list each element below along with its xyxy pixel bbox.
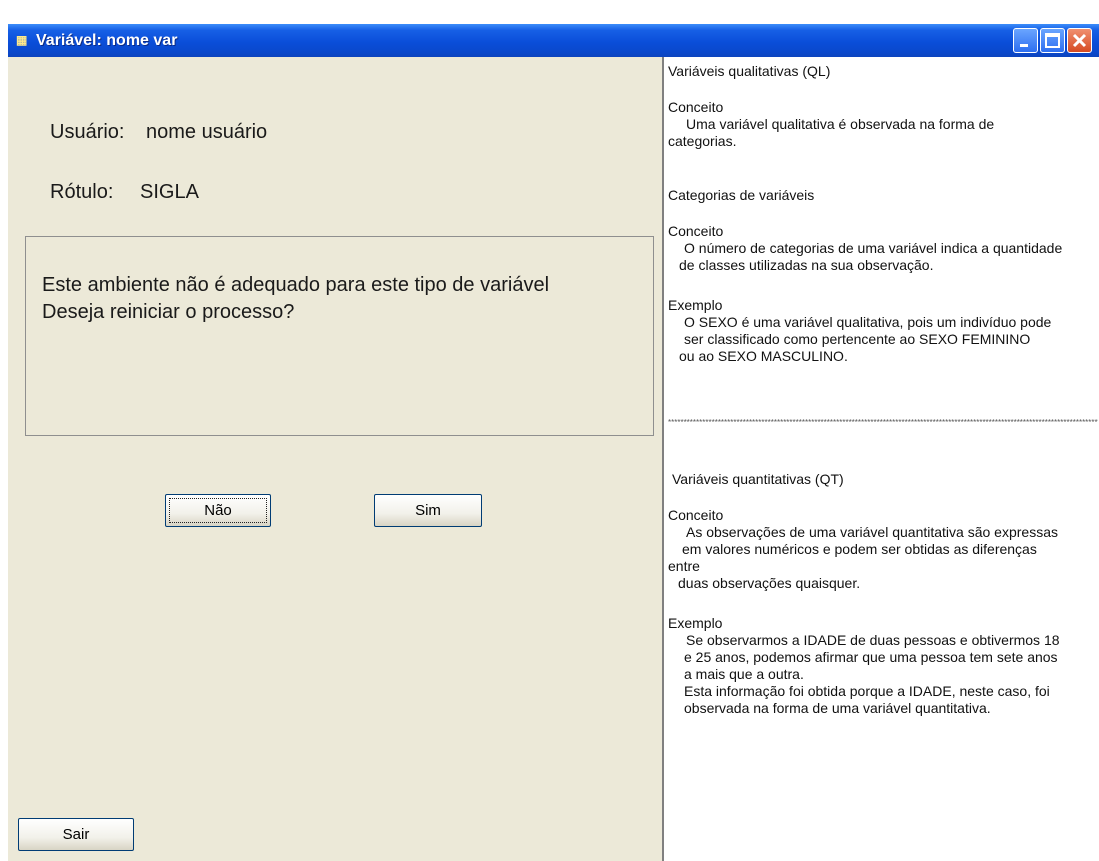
separator-line: ****************************************… [668,418,1098,427]
categories-concept-line: O número de categorias de uma variável i… [684,240,1063,256]
qt-example-heading: Exemplo [668,615,723,631]
rotulo-label: Rótulo: [50,181,114,203]
qt-example-line: Se observarmos a IDADE de duas pessoas e… [686,632,1060,648]
maximize-button[interactable] [1040,28,1065,53]
dialog-window: ▦ Variável: nome var Usuário: nome usuár… [8,24,1099,861]
ql-concept-line: Uma variável qualitativa é observada na … [686,116,995,132]
message-line-2: Deseja reiniciar o processo? [42,301,295,323]
sair-button[interactable]: Sair [18,818,134,851]
qt-concept-line: duas observações quaisquer. [678,575,861,591]
ql-title: Variáveis qualitativas (QL) [668,63,831,79]
minimize-icon [1020,44,1028,47]
nao-button[interactable]: Não [165,494,271,527]
client-area: Usuário: nome usuário Rótulo: SIGLA Este… [8,57,1099,861]
minimize-button[interactable] [1013,28,1038,53]
close-icon [1072,33,1087,48]
sim-button-label: Sim [415,502,441,519]
focus-ring [169,498,267,523]
qt-concept-heading: Conceito [668,507,724,523]
qt-example-line: Esta informação foi obtida porque a IDAD… [684,683,1050,699]
user-label: Usuário: [50,121,125,143]
rotulo-value: SIGLA [140,181,199,203]
categories-concept-line: de classes utilizadas na sua observação. [679,257,934,273]
qt-title: Variáveis quantitativas (QT) [672,471,844,487]
help-text-panel[interactable]: Variáveis qualitativas (QL) Conceito Uma… [662,57,1099,861]
title-bar[interactable]: ▦ Variável: nome var [8,24,1099,57]
maximize-icon [1045,33,1060,48]
categories-concept-heading: Conceito [668,223,724,239]
user-value: nome usuário [146,121,268,143]
ql-concept-heading: Conceito [668,99,724,115]
ql-example-line: ser classificado como pertencente ao SEX… [684,331,1031,347]
ql-example-line: O SEXO é uma variável qualitativa, pois … [684,314,1052,330]
sim-button[interactable]: Sim [374,494,482,527]
qt-concept-line: em valores numéricos e podem ser obtidas… [682,541,1037,557]
sair-button-label: Sair [62,826,90,843]
qt-concept-line: entre [668,558,700,574]
desktop-background-strip [0,0,1099,24]
qt-example-line: e 25 anos, podemos afirmar que uma pesso… [684,649,1058,665]
ql-concept-line: categorias. [668,133,737,149]
ql-example-heading: Exemplo [668,297,723,313]
app-icon: ▦ [16,33,28,47]
qt-example-line: observada na forma de uma variável quant… [684,700,991,716]
close-button[interactable] [1067,28,1092,53]
message-line-1: Este ambiente não é adequado para este t… [42,274,550,296]
qt-example-line: a mais que a outra. [684,666,804,682]
ql-example-line: ou ao SEXO MASCULINO. [679,348,848,364]
window-title: Variável: nome var [36,32,178,49]
left-panel: Usuário: nome usuário Rótulo: SIGLA Este… [8,57,662,861]
message-frame: Este ambiente não é adequado para este t… [25,236,654,436]
categories-title: Categorias de variáveis [668,187,815,203]
qt-concept-line: As observações de uma variável quantitat… [686,524,1058,540]
